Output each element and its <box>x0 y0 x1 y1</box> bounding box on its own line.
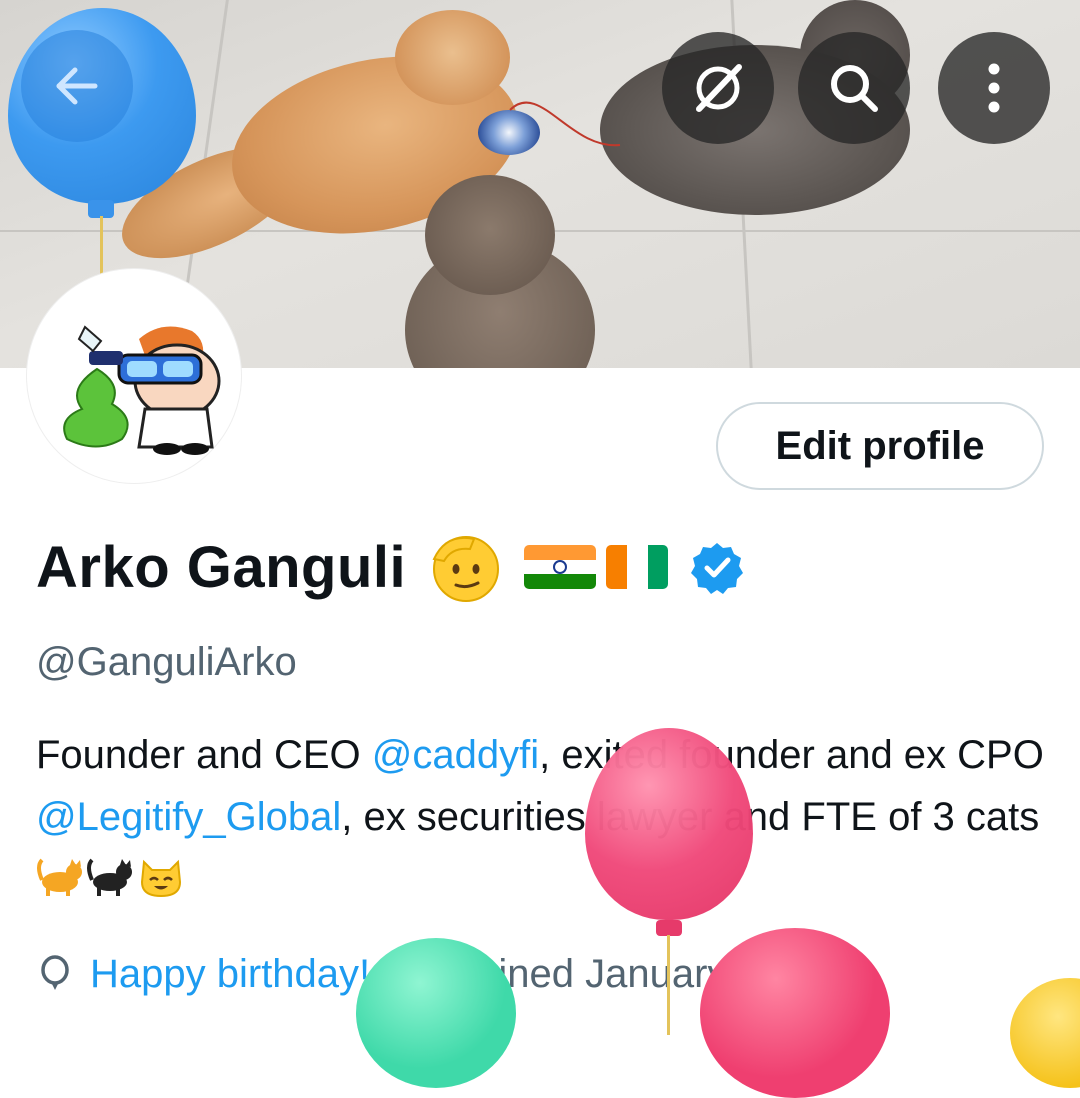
back-button[interactable] <box>21 30 133 142</box>
display-name-row: Arko Ganguli <box>36 527 744 607</box>
avatar-cartoon-image <box>63 325 221 455</box>
cat-orange <box>395 10 510 105</box>
avatar[interactable] <box>26 268 242 484</box>
birthday-link[interactable]: Happy birthday! <box>90 952 370 997</box>
smiling-cat-face-emoji-icon <box>140 859 182 898</box>
mention-link[interactable]: @Legitify_Global <box>36 795 341 839</box>
grok-icon <box>696 64 742 112</box>
balloon-knot <box>656 920 682 936</box>
grok-button[interactable] <box>662 32 774 144</box>
toy-string <box>509 101 621 147</box>
arrow-left-icon <box>56 67 98 105</box>
more-options-button[interactable] <box>938 32 1050 144</box>
search-icon <box>831 65 878 112</box>
display-name: Arko Ganguli <box>36 534 407 600</box>
saluting-face-emoji-icon <box>432 536 500 602</box>
verified-badge-icon[interactable] <box>690 540 744 594</box>
mention-link[interactable]: @caddyfi <box>372 733 539 777</box>
search-button[interactable] <box>798 32 910 144</box>
balloon-string <box>667 935 670 1035</box>
edit-profile-button[interactable]: Edit profile <box>716 402 1044 490</box>
birthday-balloon-pink <box>700 928 890 1098</box>
orange-cat-emoji-icon <box>37 858 82 896</box>
more-vertical-icon <box>988 63 1000 113</box>
india-flag-icon <box>524 545 597 589</box>
birthday-balloon-green <box>356 938 516 1088</box>
cat-brown <box>425 175 555 295</box>
balloon-icon <box>41 955 69 990</box>
bio-text: Founder and CEO <box>36 733 372 777</box>
user-handle: @GanguliArko <box>36 640 297 684</box>
profile-bio: Founder and CEO @caddyfi, exited founder… <box>36 724 1046 910</box>
ivory-coast-flag-icon <box>606 545 669 589</box>
birthday-balloon-yellow <box>1010 978 1080 1088</box>
black-cat-emoji-icon <box>87 858 132 896</box>
